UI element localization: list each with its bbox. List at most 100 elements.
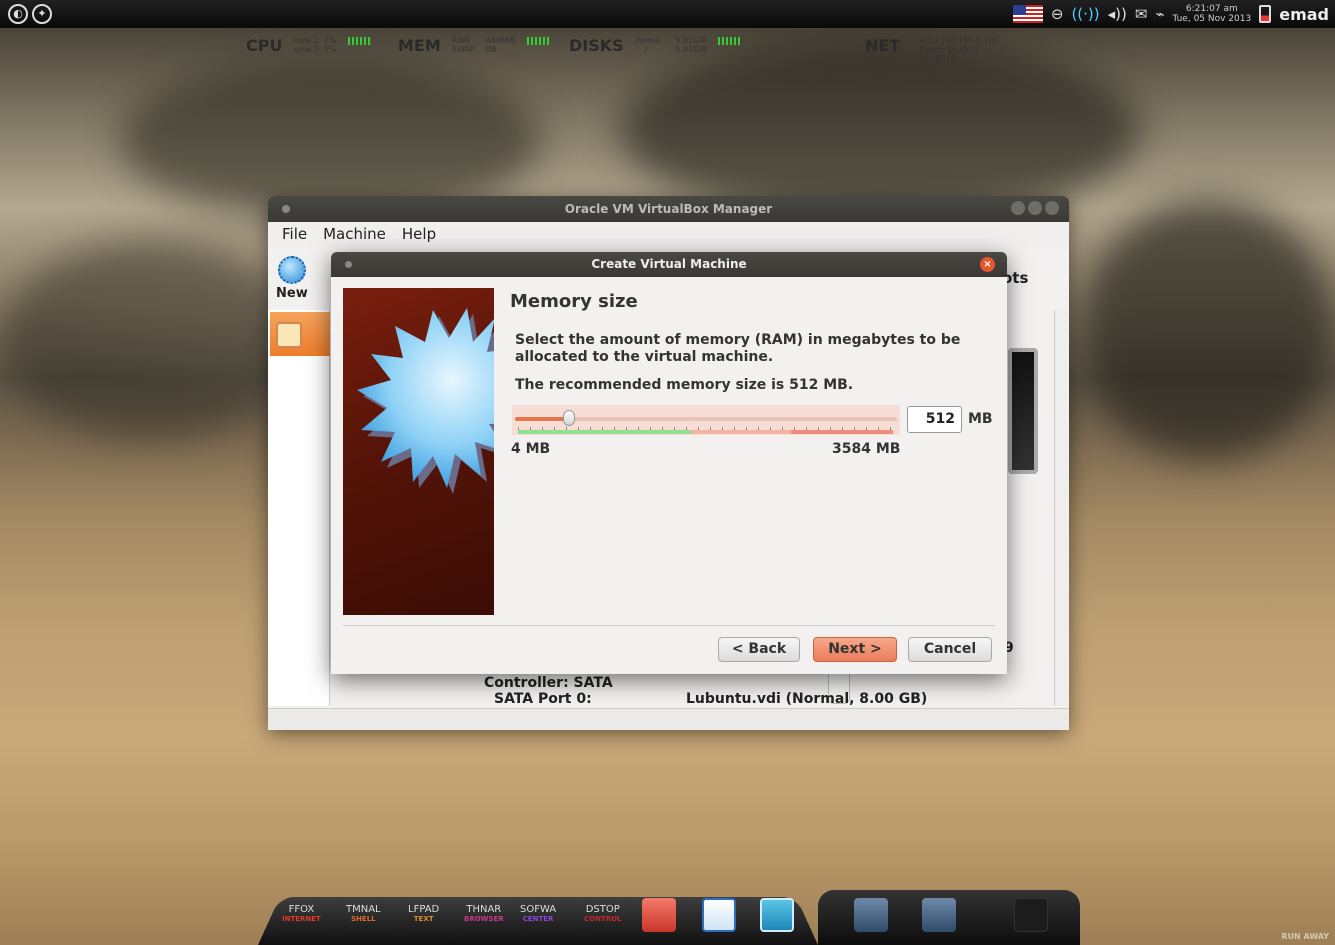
dock-launcher-lfpad[interactable]: LFPAD TEXT [408, 904, 439, 923]
wireless-icon[interactable]: ((·)) [1071, 0, 1099, 28]
vm-list-item-lubuntu[interactable] [270, 312, 330, 356]
document-app-icon[interactable] [702, 898, 736, 932]
scale-danger-zone [791, 430, 893, 434]
new-vm-icon [277, 256, 306, 284]
clock[interactable]: 6:21:07 am Tue, 05 Nov 2013 [1172, 4, 1251, 24]
menu-icon[interactable]: ◐ [8, 4, 28, 24]
conky-swap-value: 0B [485, 45, 497, 54]
vm-os-icon [276, 322, 302, 348]
network-manager-app-icon[interactable] [642, 898, 676, 932]
dock: FFOX INTERNET TMNAL SHELL LFPAD TEXT THN… [258, 890, 1080, 945]
slider-handle[interactable] [563, 410, 576, 426]
slider-scale [518, 427, 893, 434]
memory-max-label: 3584 MB [832, 441, 901, 457]
conky-disk-root-size: 5.81GiB [675, 45, 707, 54]
create-vm-dialog: Create Virtual Machine × Memory size Sel… [331, 252, 1007, 674]
virtualbox-tray-icon[interactable]: ✦ [32, 4, 52, 24]
sata-port-value: Lubuntu.vdi (Normal, 8.00 GB) [686, 691, 928, 707]
wallpaper-cloud [620, 40, 1140, 220]
trash-icon[interactable] [1014, 898, 1048, 932]
menu-help[interactable]: Help [402, 225, 436, 243]
scale-safe-zone [518, 430, 691, 434]
menu-file[interactable]: File [282, 225, 307, 243]
conky-net: NET eth0 192.168.0.100 Down: 11.6KiB Up:… [865, 36, 999, 63]
keyboard-layout-flag-icon[interactable] [1012, 5, 1043, 23]
conky-ram-label: RAM [451, 36, 470, 45]
conky-net-down: Down: 11.6KiB [919, 45, 979, 54]
conky-disk-home: /home [634, 36, 661, 45]
dialog-titlebar[interactable]: Create Virtual Machine × [331, 252, 1007, 277]
upload-icon[interactable] [922, 898, 956, 932]
button-separator [343, 625, 995, 626]
dock-launcher-thnar[interactable]: THNAR BROWSER [464, 904, 504, 923]
conky-swap-label: SWAP [451, 45, 475, 54]
memory-size-spinbox[interactable]: 512 [907, 406, 962, 433]
dialog-close-icon[interactable]: × [980, 257, 995, 272]
conky-cpu-core2: core 2: 5% [293, 45, 337, 54]
volume-icon[interactable]: ◂)) [1108, 0, 1127, 28]
conky-disk-home-size: 5.81GiB [675, 36, 707, 45]
new-vm-button[interactable]: New [276, 256, 308, 301]
maximize-icon[interactable] [1028, 201, 1042, 215]
conky-net-label: NET [865, 36, 901, 55]
power-plug-icon[interactable]: ⌁ [1155, 0, 1164, 28]
wallpaper-watermark: RUN AWAY [1281, 932, 1329, 941]
dock-launcher-sofwa[interactable]: SOFWA CENTER [520, 904, 556, 923]
wallpaper-cloud [0, 240, 300, 440]
recommended-memory-text: The recommended memory size is 512 MB. [515, 377, 854, 393]
dialog-window-menu-icon[interactable] [345, 261, 352, 268]
dock-launcher-dstop[interactable]: DSTOP CONTROL [584, 904, 622, 923]
dock-launcher-tmnal[interactable]: TMNAL SHELL [346, 904, 381, 923]
memory-min-label: 4 MB [511, 441, 551, 457]
details-scrollbar[interactable] [1054, 310, 1068, 706]
wizard-description: Select the amount of memory (RAM) in meg… [515, 332, 961, 365]
mem-bars [526, 37, 549, 45]
conky-cpu-core1: core 1: 7% [293, 36, 337, 45]
vm-list [268, 310, 330, 706]
menu-machine[interactable]: Machine [323, 225, 386, 243]
system-monitor-app-icon[interactable] [760, 898, 794, 932]
conky-disks: DISKS /home / 5.81GiB 5.81GiB [569, 36, 744, 55]
scale-warning-zone [691, 430, 791, 434]
new-vm-label: New [276, 286, 308, 301]
conky-net-up: Up: 677B [919, 54, 957, 63]
top-panel: ◐ ✦ ⊖ ((·)) ◂)) ✉ ⌁ 6:21:07 am Tue, 05 N… [0, 0, 1335, 28]
conky-disk-root: / [644, 45, 648, 54]
vbox-titlebar[interactable]: Oracle VM VirtualBox Manager [268, 196, 1069, 222]
close-icon[interactable] [1045, 201, 1059, 215]
disk-bars [718, 37, 741, 45]
cpu-bars [347, 37, 370, 45]
sata-port-label: SATA Port 0: [494, 691, 592, 707]
starburst-icon [357, 308, 494, 494]
slider-fill [515, 417, 570, 421]
network-icon[interactable]: ⊖ [1051, 0, 1064, 28]
conky-mem-label: MEM [398, 36, 441, 55]
clock-date: Tue, 05 Nov 2013 [1172, 14, 1252, 24]
username[interactable]: emad [1279, 5, 1329, 24]
vm-preview [1008, 348, 1038, 474]
window-menu-icon[interactable] [282, 205, 290, 213]
conky-disks-label: DISKS [569, 36, 624, 55]
wallpaper-cloud [1080, 200, 1335, 460]
conky-net-iface: eth0 192.168.0.100 [919, 36, 999, 45]
storage-controller-label: Controller: SATA [484, 675, 613, 691]
vbox-menubar: File Machine Help [268, 222, 1069, 246]
dock-launcher-ffox[interactable]: FFOX INTERNET [282, 904, 321, 923]
memory-unit-label: MB [968, 411, 993, 427]
conky-mem: MEM RAM SWAP 440MiB 0B [398, 36, 553, 55]
dialog-title: Create Virtual Machine [591, 257, 747, 271]
cancel-button[interactable]: Cancel [908, 637, 992, 662]
minimize-icon[interactable] [1011, 201, 1025, 215]
scale-ticks [518, 427, 893, 430]
clock-time: 6:21:07 am [1185, 4, 1238, 14]
vbox-title: Oracle VM VirtualBox Manager [564, 202, 773, 216]
wizard-banner-image [343, 288, 494, 615]
move-icon[interactable] [854, 898, 888, 932]
next-button[interactable]: Next > [813, 637, 897, 662]
back-button[interactable]: < Back [718, 637, 800, 662]
mail-icon[interactable]: ✉ [1135, 0, 1148, 28]
conky-cpu-label: CPU [246, 36, 283, 55]
battery-icon[interactable] [1259, 5, 1272, 23]
conky-cpu: CPU core 1: 7% core 2: 5% [246, 36, 374, 55]
conky-ram-value: 440MiB [485, 36, 516, 45]
